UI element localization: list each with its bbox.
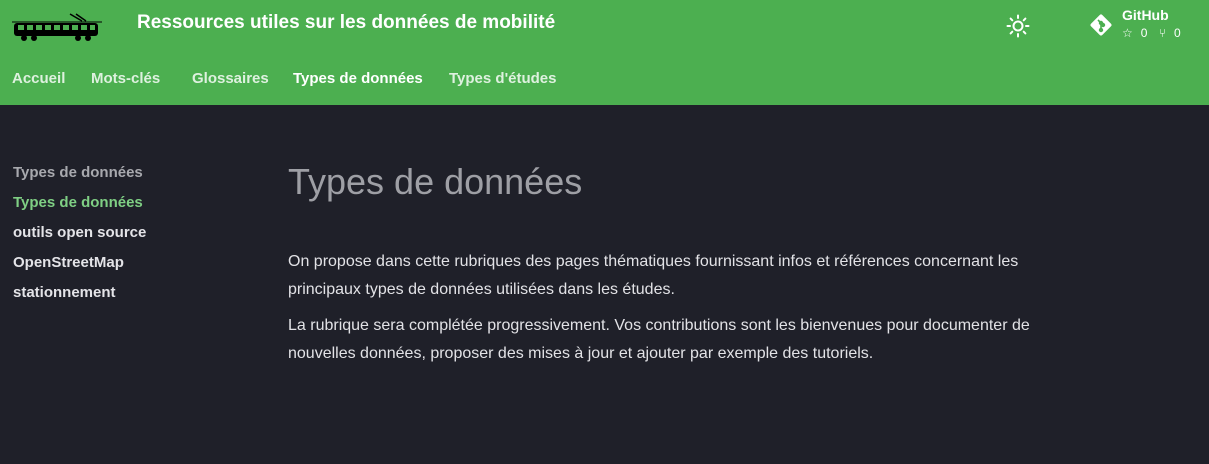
site-title[interactable]: Ressources utiles sur les données de mob… bbox=[137, 12, 555, 34]
site-header: Ressources utiles sur les données de mob… bbox=[0, 0, 1209, 105]
repo-facts: ☆ 0 ⑂ 0 bbox=[1122, 26, 1189, 40]
main-content: Types de données On propose dans cette r… bbox=[288, 160, 1048, 368]
git-icon bbox=[1090, 14, 1112, 36]
fork-icon: ⑂ bbox=[1158, 26, 1166, 40]
repo-name: GitHub bbox=[1122, 7, 1169, 23]
sidebar-nav: Types de données Types de données outils… bbox=[13, 160, 243, 310]
sidebar-item-openstreetmap[interactable]: OpenStreetMap bbox=[13, 250, 243, 280]
star-icon: ☆ bbox=[1122, 26, 1133, 40]
tab-types-d-etudes[interactable]: Types d'études bbox=[449, 70, 556, 87]
intro-paragraph: On propose dans cette rubriques des page… bbox=[288, 253, 1019, 298]
tram-icon[interactable] bbox=[12, 12, 102, 42]
sidebar-item-stationnement[interactable]: stationnement bbox=[13, 280, 243, 310]
sidebar-item-types-de-donnees[interactable]: Types de données bbox=[13, 190, 243, 220]
header-top-bar: Ressources utiles sur les données de mob… bbox=[0, 0, 1209, 54]
sidebar-item-outils-open-source[interactable]: outils open source bbox=[13, 220, 243, 250]
sun-icon[interactable] bbox=[1006, 14, 1030, 38]
tab-mots-cles[interactable]: Mots-clés bbox=[91, 70, 160, 87]
repo-stars: 0 bbox=[1140, 26, 1148, 40]
sidebar-section-title: Types de données bbox=[13, 164, 143, 181]
page-title: Types de données bbox=[288, 161, 583, 202]
repo-forks: 0 bbox=[1174, 26, 1181, 40]
github-repo-link[interactable]: GitHub ☆ 0 ⑂ 0 bbox=[1089, 7, 1199, 43]
contribution-paragraph: La rubrique sera complétée progressiveme… bbox=[288, 317, 1030, 362]
tabs-nav: Accueil Mots-clés Glossaires Types de do… bbox=[0, 58, 1209, 98]
tab-types-de-donnees[interactable]: Types de données bbox=[293, 70, 423, 87]
tab-accueil[interactable]: Accueil bbox=[12, 70, 65, 87]
tab-glossaires[interactable]: Glossaires bbox=[192, 70, 269, 87]
